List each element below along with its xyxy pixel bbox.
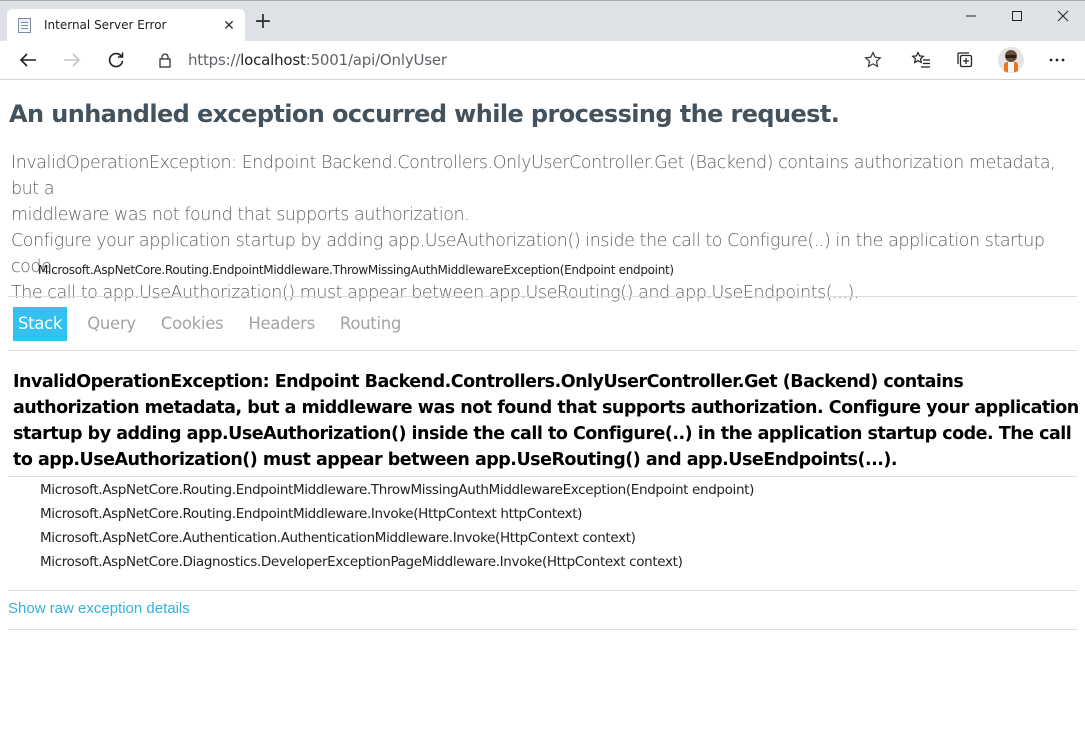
page-icon [18,18,31,33]
url-text[interactable]: https://localhost:5001/api/OnlyUser [188,51,447,69]
exception-header: InvalidOperationException: Endpoint Back… [13,372,1079,470]
divider [8,296,1077,297]
favorites-icon[interactable] [910,49,932,71]
lock-icon[interactable] [159,53,171,73]
show-raw-exception-link[interactable]: Show raw exception details [8,600,190,617]
favorite-star-icon[interactable] [864,51,882,74]
tab-strip: Internal Server Error ✕ + [0,0,1085,42]
tab-title: Internal Server Error [44,18,167,32]
error-message-line: InvalidOperationException: Endpoint Back… [11,153,1056,199]
browser-tab[interactable]: Internal Server Error ✕ [7,9,245,42]
browser-toolbar: https://localhost:5001/api/OnlyUser [0,41,1085,80]
tab-cookies[interactable]: Cookies [156,307,229,341]
new-tab-icon[interactable]: + [253,11,273,33]
tab-close-icon[interactable]: ✕ [221,17,237,33]
divider [8,629,1077,630]
back-icon[interactable] [17,49,39,71]
collections-icon[interactable] [954,49,976,71]
tab-routing[interactable]: Routing [335,307,406,341]
error-message-line: The call to app.UseAuthorization() must … [11,283,859,303]
minimize-icon[interactable] [948,5,994,27]
error-location: Microsoft.AspNetCore.Routing.EndpointMid… [38,263,674,277]
more-options-icon[interactable] [1046,49,1068,71]
error-message: InvalidOperationException: Endpoint Back… [11,150,1079,306]
tab-query[interactable]: Query [82,307,141,341]
forward-icon[interactable] [61,49,83,71]
address-bar[interactable]: https://localhost:5001/api/OnlyUser [143,45,894,75]
divider [8,590,1077,591]
stack-frame[interactable]: Microsoft.AspNetCore.Diagnostics.Develop… [40,550,754,574]
maximize-icon[interactable] [994,5,1040,27]
stack-frame[interactable]: Microsoft.AspNetCore.Routing.EndpointMid… [40,502,754,526]
stack-frame[interactable]: Microsoft.AspNetCore.Authentication.Auth… [40,526,754,550]
tab-stack[interactable]: Stack [13,307,68,341]
detail-tabs: Stack Query Cookies Headers Routing [13,307,421,341]
stack-frames: Microsoft.AspNetCore.Routing.EndpointMid… [40,478,754,574]
profile-avatar[interactable] [998,47,1024,73]
page-title: An unhandled exception occurred while pr… [9,100,840,128]
tab-headers[interactable]: Headers [243,307,320,341]
error-message-line: middleware was not found that supports a… [11,205,470,225]
divider [8,350,1077,351]
close-window-icon[interactable] [1040,5,1085,27]
divider [8,476,1077,477]
stack-frame[interactable]: Microsoft.AspNetCore.Routing.EndpointMid… [40,478,754,502]
refresh-icon[interactable] [105,49,127,71]
